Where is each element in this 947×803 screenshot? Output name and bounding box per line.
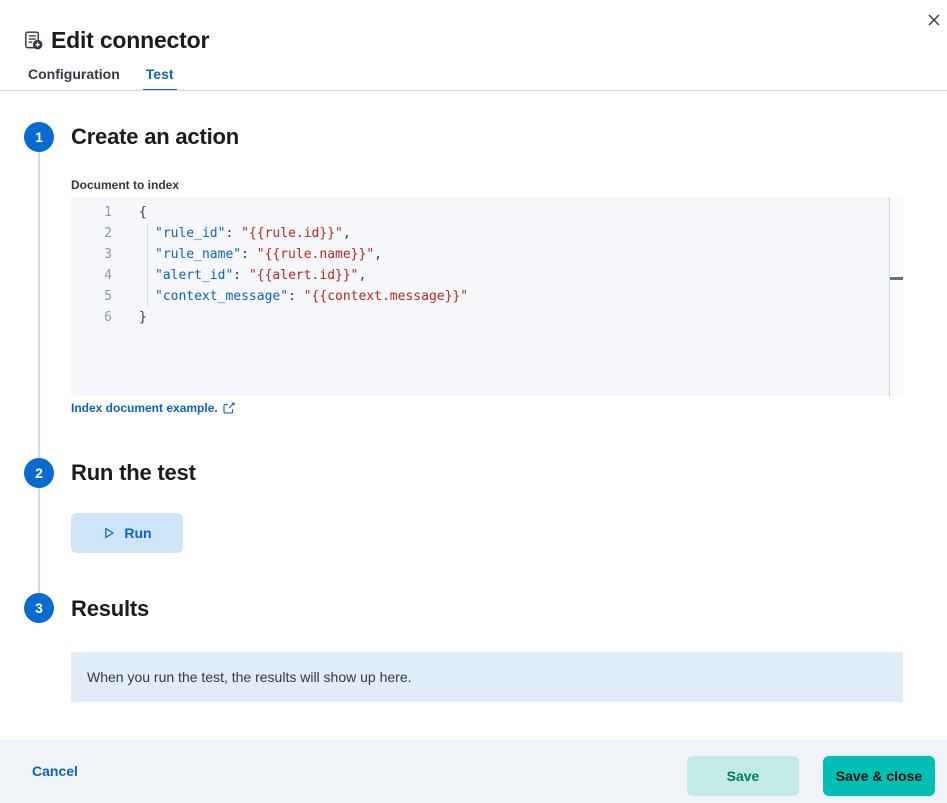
editor-code[interactable]: {"rule_id": "{{rule.id}}","rule_name": "…	[127, 202, 468, 328]
close-button[interactable]	[922, 8, 946, 32]
page-title: Edit connector	[51, 27, 209, 54]
step-1-title: Create an action	[71, 124, 239, 150]
play-icon	[102, 526, 116, 540]
results-placeholder-text: When you run the test, the results will …	[87, 669, 412, 685]
indent-guide	[147, 223, 148, 307]
save-and-close-button[interactable]: Save & close	[823, 756, 935, 796]
run-button-label: Run	[124, 525, 151, 541]
edit-connector-flyout: Edit connector Configuration Test 1 Crea…	[0, 0, 947, 803]
step-3-title: Results	[71, 596, 149, 622]
index-edit-icon	[24, 31, 43, 50]
example-link-label: Index document example.	[71, 401, 218, 415]
save-button[interactable]: Save	[687, 756, 799, 796]
step-3-indicator: 3	[24, 593, 54, 623]
ruler-marker	[890, 277, 903, 280]
external-link-icon	[223, 402, 235, 414]
step-2-indicator: 2	[24, 458, 54, 488]
editor-overview-ruler[interactable]	[889, 197, 903, 396]
tab-test[interactable]: Test	[143, 62, 177, 91]
step-2-title: Run the test	[71, 460, 196, 486]
header-divider	[0, 90, 947, 91]
editor-gutter: 123456	[71, 202, 127, 328]
json-code-editor[interactable]: 123456 {"rule_id": "{{rule.id}}","rule_n…	[71, 197, 903, 396]
tab-bar: Configuration Test	[25, 62, 177, 91]
close-icon	[927, 13, 941, 27]
tab-configuration[interactable]: Configuration	[25, 62, 123, 91]
flyout-header: Edit connector	[24, 27, 209, 54]
run-button[interactable]: Run	[71, 513, 183, 553]
index-document-example-link[interactable]: Index document example.	[71, 401, 235, 415]
document-to-index-label: Document to index	[71, 178, 179, 192]
results-placeholder-panel: When you run the test, the results will …	[71, 652, 903, 702]
cancel-button[interactable]: Cancel	[24, 751, 86, 791]
step-1-indicator: 1	[24, 122, 54, 152]
flyout-footer	[0, 739, 947, 803]
steps-connector-line	[38, 137, 40, 608]
